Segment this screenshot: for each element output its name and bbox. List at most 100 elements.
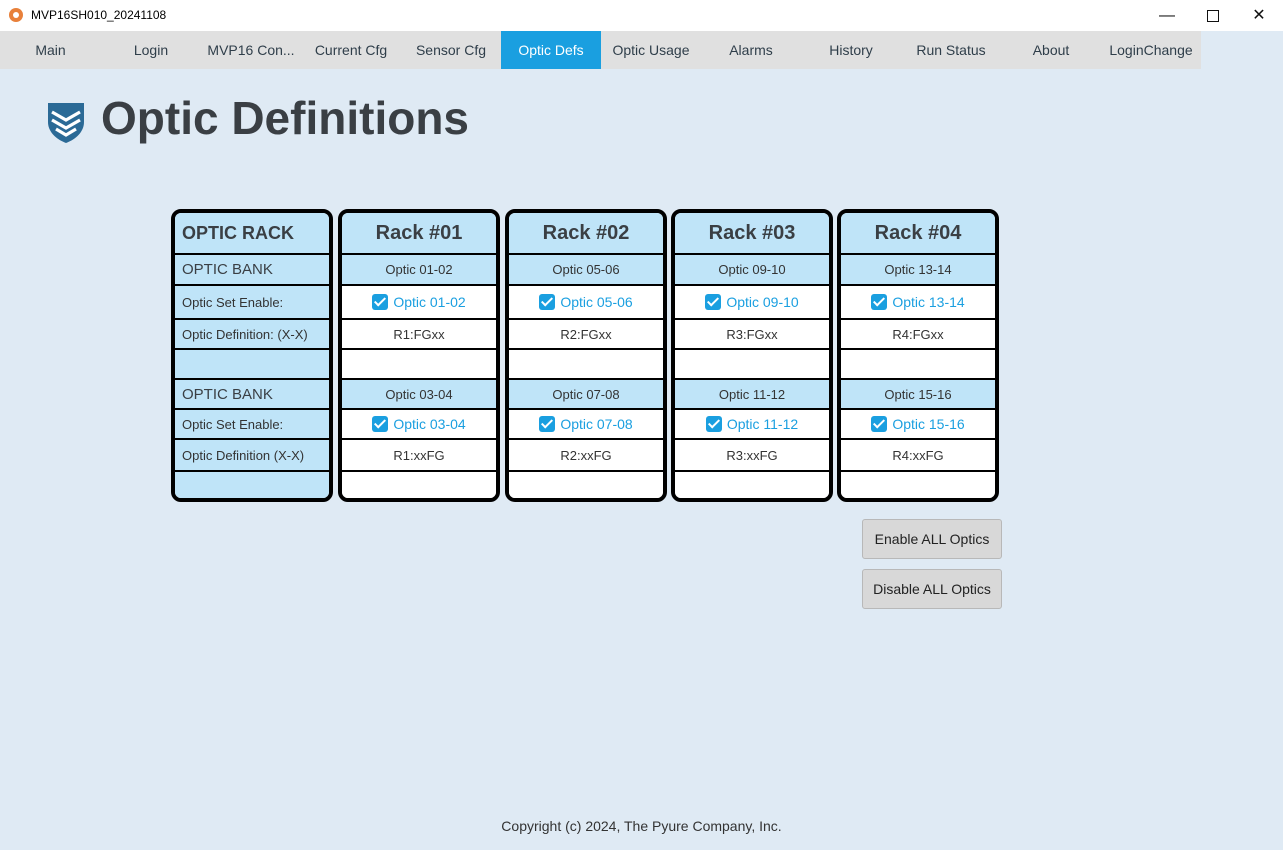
optic-bank-label-cell: OPTIC BANK	[175, 255, 329, 286]
tab-bar: Main Login MVP16 Con... Current Cfg Sens…	[0, 31, 1283, 69]
tab-run-status[interactable]: Run Status	[901, 31, 1001, 69]
tab-mvp16-con[interactable]: MVP16 Con...	[201, 31, 301, 69]
checkbox-checked-icon[interactable]	[372, 416, 389, 432]
optic-enable-checkbox[interactable]: Optic 03-04	[342, 410, 496, 440]
optic-bank-value: Optic 01-02	[385, 262, 453, 277]
checkbox-label[interactable]: Optic 11-12	[727, 416, 798, 432]
minimize-button[interactable]: —	[1144, 0, 1190, 31]
checkbox-checked-icon[interactable]	[372, 294, 389, 310]
rack-column: Rack #04 Optic 13-14 Optic 13-14 R4:FGxx…	[837, 209, 999, 502]
optic-definition-label-cell: Optic Definition: (X-X)	[175, 320, 329, 350]
optic-definition-label-cell: Optic Definition (X-X)	[175, 440, 329, 472]
optic-enable-checkbox[interactable]: Optic 09-10	[675, 286, 829, 320]
optic-bank-value: Optic 15-16	[884, 386, 952, 402]
optic-enable-checkbox[interactable]: Optic 13-14	[841, 286, 995, 320]
spacer-cell	[342, 350, 496, 380]
spacer-cell	[175, 472, 329, 498]
tab-current-cfg[interactable]: Current Cfg	[301, 31, 401, 69]
checkbox-checked-icon[interactable]	[705, 294, 722, 310]
tab-sensor-cfg[interactable]: Sensor Cfg	[401, 31, 501, 69]
optic-enable-checkbox[interactable]: Optic 07-08	[509, 410, 663, 440]
optic-definition-cell: R3:xxFG	[675, 440, 829, 472]
optic-definition-cell: R2:FGxx	[509, 320, 663, 350]
tab-login-change[interactable]: LoginChange	[1101, 31, 1201, 69]
spacer-cell	[342, 472, 496, 498]
spacer-cell	[509, 472, 663, 498]
optic-definition-cell: R4:xxFG	[841, 440, 995, 472]
optic-definition-value: R2:xxFG	[560, 447, 612, 463]
optic-enable-checkbox[interactable]: Optic 15-16	[841, 410, 995, 440]
optic-definition-cell: R1:xxFG	[342, 440, 496, 472]
page-title: Optic Definitions	[101, 92, 469, 144]
checkbox-checked-icon[interactable]	[871, 416, 888, 432]
optic-enable-checkbox[interactable]: Optic 05-06	[509, 286, 663, 320]
rack-column: Rack #03 Optic 09-10 Optic 09-10 R3:FGxx…	[671, 209, 833, 502]
tab-login[interactable]: Login	[101, 31, 201, 69]
checkbox-checked-icon[interactable]	[871, 294, 888, 310]
optic-definition-value: R4:FGxx	[892, 326, 944, 342]
optic-bank-value: Optic 03-04	[385, 386, 453, 402]
rack-header-cell: Rack #04	[841, 213, 995, 255]
label-column: OPTIC RACK OPTIC BANK Optic Set Enable: …	[171, 209, 333, 502]
spacer-cell	[841, 472, 995, 498]
optic-bank-cell: Optic 15-16	[841, 380, 995, 410]
checkbox-label[interactable]: Optic 15-16	[892, 416, 964, 432]
tab-alarms[interactable]: Alarms	[701, 31, 801, 69]
rack-title: Rack #01	[375, 221, 463, 244]
close-button[interactable]: ✕	[1236, 0, 1282, 31]
optic-definition-value: R2:FGxx	[560, 326, 612, 342]
rack-header-cell: Rack #01	[342, 213, 496, 255]
checkbox-checked-icon[interactable]	[539, 416, 556, 432]
tab-optic-defs[interactable]: Optic Defs	[501, 31, 601, 69]
checkbox-label[interactable]: Optic 03-04	[393, 416, 465, 432]
optic-enable-label: Optic Set Enable:	[182, 416, 284, 432]
checkbox-label[interactable]: Optic 01-02	[393, 294, 465, 310]
optic-definition-value: R3:xxFG	[726, 447, 778, 463]
optic-bank-cell: Optic 03-04	[342, 380, 496, 410]
checkbox-label[interactable]: Optic 05-06	[560, 294, 632, 310]
rack-title: Rack #04	[874, 221, 962, 244]
window-title: MVP16SH010_20241108	[31, 8, 167, 22]
optic-bank-cell: Optic 05-06	[509, 255, 663, 286]
tab-optic-usage[interactable]: Optic Usage	[601, 31, 701, 69]
tab-history[interactable]: History	[801, 31, 901, 69]
rack-header-cell: Rack #02	[509, 213, 663, 255]
disable-all-optics-button[interactable]: Disable ALL Optics	[862, 569, 1002, 609]
checkbox-label[interactable]: Optic 07-08	[560, 416, 632, 432]
maximize-icon	[1207, 9, 1219, 22]
spacer-cell	[509, 350, 663, 380]
checkbox-label[interactable]: Optic 13-14	[892, 294, 964, 310]
optic-bank-value: Optic 09-10	[718, 262, 786, 277]
optic-bank-cell: Optic 09-10	[675, 255, 829, 286]
spacer-cell	[841, 350, 995, 380]
optic-bank-cell: Optic 13-14	[841, 255, 995, 286]
optic-definition-cell: R4:FGxx	[841, 320, 995, 350]
spacer-cell	[175, 350, 329, 380]
optic-bank-value: Optic 05-06	[552, 262, 620, 277]
checkbox-label[interactable]: Optic 09-10	[726, 294, 798, 310]
optic-definition-cell: R1:FGxx	[342, 320, 496, 350]
tab-main[interactable]: Main	[0, 31, 101, 69]
rack-column: Rack #01 Optic 01-02 Optic 01-02 R1:FGxx…	[338, 209, 500, 502]
optic-definition-value: R4:xxFG	[892, 447, 944, 463]
optic-bank-cell: Optic 07-08	[509, 380, 663, 410]
optic-bank-label: OPTIC BANK	[182, 385, 273, 403]
optic-definition-label: Optic Definition: (X-X)	[182, 326, 308, 342]
optic-bank-cell: Optic 11-12	[675, 380, 829, 410]
optic-definition-cell: R2:xxFG	[509, 440, 663, 472]
optic-bank-value: Optic 13-14	[884, 262, 952, 277]
optic-rack-label-cell: OPTIC RACK	[175, 213, 329, 255]
enable-all-optics-button[interactable]: Enable ALL Optics	[862, 519, 1002, 559]
rack-title: Rack #03	[708, 221, 796, 244]
optic-enable-checkbox[interactable]: Optic 11-12	[675, 410, 829, 440]
spacer-cell	[675, 472, 829, 498]
spacer-cell	[675, 350, 829, 380]
optic-enable-label-cell: Optic Set Enable:	[175, 410, 329, 440]
tab-about[interactable]: About	[1001, 31, 1101, 69]
optic-bank-value: Optic 11-12	[718, 386, 786, 402]
checkbox-checked-icon[interactable]	[539, 294, 556, 310]
optic-enable-checkbox[interactable]: Optic 01-02	[342, 286, 496, 320]
optic-bank-label-cell: OPTIC BANK	[175, 380, 329, 410]
checkbox-checked-icon[interactable]	[705, 416, 722, 432]
maximize-button[interactable]	[1190, 0, 1236, 31]
